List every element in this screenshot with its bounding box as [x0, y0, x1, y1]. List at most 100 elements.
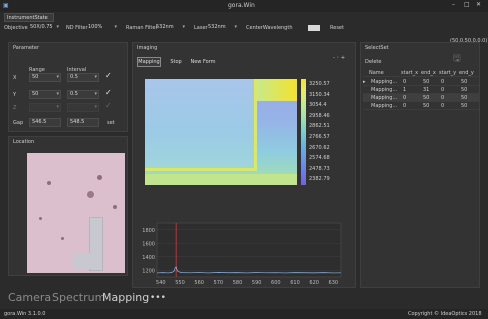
x-interval-select[interactable]: 0.5: [67, 73, 99, 82]
table-cell-name: Mapping...: [371, 87, 398, 93]
colorbar: [301, 79, 306, 185]
expand-icon[interactable]: ▸: [363, 79, 366, 85]
table-cell-end-x: 50: [423, 95, 430, 101]
x-tick-label: 600: [271, 280, 281, 286]
x-tick-label: 550: [175, 280, 185, 286]
center-wavelength-label: CenterWavelength: [246, 25, 293, 31]
x-tick-label: 590: [252, 280, 262, 286]
title-bar: ▣ gora.Win – □ ✕: [0, 0, 488, 12]
close-icon[interactable]: ✕: [476, 1, 481, 8]
gap-start-input[interactable]: 546.5: [29, 118, 61, 127]
colorbar-tick-label: 2574.68: [309, 155, 330, 162]
x-tick-label: 610: [290, 280, 300, 286]
colorbar-tick-label: 2862.51: [309, 123, 330, 130]
zoom-controls-icon[interactable]: - ◦ +: [333, 55, 345, 61]
table-cell-end-x: 31: [423, 87, 430, 93]
delete-button[interactable]: Delete: [365, 59, 381, 65]
nd-filter-label: ND Filter: [66, 25, 88, 31]
table-cell-name: Mapping...: [371, 79, 398, 85]
y-tick-label: 1800: [142, 228, 155, 234]
colorbar-tick-label: 2478.73: [309, 165, 330, 172]
tab-camera[interactable]: Camera: [8, 292, 51, 304]
x-tick-label: 540: [156, 280, 166, 286]
axis-z-label: Z: [13, 105, 17, 111]
new-form-button[interactable]: New Form: [189, 57, 217, 67]
table-row[interactable]: ▸ Mapping... 0 50 0 50: [363, 78, 479, 86]
table-row[interactable]: Mapping... 1 31 0 50: [363, 86, 479, 94]
colorbar-tick-label: 2382.79: [309, 176, 330, 183]
table-cell-start-x: 0: [403, 79, 407, 85]
y-tick-label: 1400: [142, 255, 155, 261]
table-row[interactable]: Mapping... 0 50 0 50: [363, 94, 479, 102]
table-cell-start-y: 0: [441, 103, 445, 109]
spectrum-chart[interactable]: 1800 1600 1400 1200540 550 560 570 580 590 600 610…: [137, 219, 347, 287]
colorbar-tick-label: 2670.62: [309, 144, 330, 151]
tab-spectrum[interactable]: Spectrum: [52, 292, 105, 304]
x-confirm-check-icon[interactable]: ✓: [105, 72, 112, 80]
heatmap-flake-region: [145, 79, 257, 171]
mapping-button[interactable]: Mapping: [137, 57, 161, 67]
table-cell-name: Mapping...: [371, 95, 398, 101]
imaging-title: Imaging: [137, 45, 158, 51]
objective-select[interactable]: 50X/0.75: [28, 24, 60, 32]
colorbar-tick-label: 3250.57: [309, 81, 330, 87]
z-range-select: [29, 103, 61, 112]
axis-x-label: X: [13, 75, 17, 81]
toolbar: Objective 50X/0.75 ND Filter 100% Raman …: [0, 23, 488, 33]
x-tick-label: 580: [233, 280, 243, 286]
imaging-panel: Imaging Mapping Stop New Form - ◦ + 3250…: [132, 42, 356, 288]
set-button[interactable]: set: [107, 120, 115, 126]
plot-area: [156, 222, 342, 278]
maximize-icon[interactable]: □: [464, 1, 470, 8]
version-text: gora.Win 3.1.0.0: [4, 311, 46, 317]
nd-filter-select[interactable]: 100%: [86, 24, 118, 32]
gap-end-input[interactable]: 548.5: [67, 118, 99, 127]
table-cell-name: Mapping...: [371, 103, 398, 109]
table-cell-start-x: 0: [403, 95, 407, 101]
instrument-state-tab[interactable]: InstrumentState: [4, 13, 54, 22]
table-cell-end-y: 50: [461, 79, 468, 85]
y-confirm-check-icon[interactable]: ✓: [105, 89, 112, 97]
reset-button[interactable]: Reset: [330, 25, 344, 31]
window-title: gora.Win: [228, 2, 255, 9]
parameter-panel: Parameter Range Interval X 50 0.5 ✓ Y 50…: [8, 42, 128, 132]
tab-mapping[interactable]: Mapping: [102, 292, 149, 304]
selectset-panel: SelectSet Delete 🖫 Name start_x end_x st…: [360, 42, 480, 288]
y-interval-select[interactable]: 0.5: [67, 90, 99, 99]
axis-y-label: Y: [13, 92, 17, 98]
minimize-icon[interactable]: –: [452, 1, 455, 8]
heatmap-bottom-band: [145, 174, 297, 185]
x-tick-label: 570: [214, 280, 224, 286]
stop-button[interactable]: Stop: [167, 57, 185, 67]
x-tick-label: 630: [329, 280, 339, 286]
raman-filter-label: Raman Filter: [126, 25, 158, 31]
table-cell-start-x: 1: [403, 87, 407, 93]
x-range-select[interactable]: 50: [29, 73, 61, 82]
center-wavelength-input[interactable]: [308, 25, 320, 31]
status-bar: gora.Win 3.1.0.0 Copyright © IdeaOptics …: [0, 309, 488, 319]
more-tabs-icon[interactable]: •••: [150, 292, 166, 304]
colorbar-tick-label: 2958.46: [309, 112, 330, 119]
location-title: Location: [13, 139, 35, 145]
table-header: Name start_x end_x start_y end_y: [363, 69, 479, 77]
x-tick-label: 560: [194, 280, 204, 286]
table-cell-end-y: 50: [461, 87, 468, 93]
y-tick-label: 1200: [142, 268, 155, 274]
copyright-text: Copyright © IdeaOptics 2018: [408, 311, 482, 317]
colorbar-tick-label: 3054.4: [309, 102, 327, 109]
save-icon[interactable]: 🖫: [453, 55, 461, 64]
app-icon: ▣: [3, 2, 9, 9]
table-cell-start-y: 0: [441, 95, 445, 101]
z-interval-select: [67, 103, 99, 112]
table-cell-end-x: 50: [423, 79, 430, 85]
sample-flake-arm: [73, 253, 101, 269]
table-cell-start-x: 0: [403, 103, 407, 109]
mapping-heatmap[interactable]: [145, 79, 297, 185]
laser-select[interactable]: 532nm: [206, 24, 238, 32]
table-row[interactable]: Mapping... 0 50 0 50: [363, 102, 479, 110]
objective-label: Objective: [4, 25, 28, 31]
location-camera-image[interactable]: [27, 153, 125, 273]
raman-filter-select[interactable]: 532nm: [154, 24, 186, 32]
y-range-select[interactable]: 50: [29, 90, 61, 99]
colorbar-tick-label: 3150.34: [309, 91, 330, 98]
